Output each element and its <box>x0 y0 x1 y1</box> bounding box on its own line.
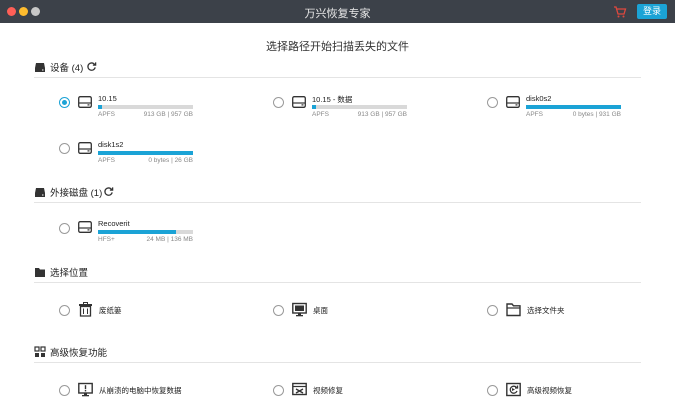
hard-drive-icon <box>506 96 520 108</box>
capacity-bar <box>526 105 621 109</box>
section-label: 外接磁盘 (1) <box>50 188 103 199</box>
section-external-disks: 外接磁盘 (1) <box>34 184 641 203</box>
login-button[interactable]: 登录 <box>637 4 667 19</box>
radio-device-disk1s2[interactable] <box>59 143 70 154</box>
filesystem-label: HFS+ <box>98 236 115 243</box>
grid-icon <box>34 346 46 357</box>
capacity-fill <box>98 151 193 155</box>
radio-advanced-video-repair[interactable] <box>273 385 284 396</box>
radio-location-folder[interactable] <box>487 305 498 316</box>
title-bar: 万兴恢复专家 登录 <box>0 0 675 23</box>
hard-drive-icon <box>35 63 45 72</box>
advanced-video-icon <box>506 382 521 397</box>
capacity-bar <box>98 230 193 234</box>
capacity-bar <box>312 105 407 109</box>
capacity-label: 0 bytes | 26 GB <box>148 157 193 164</box>
external-drive-icon <box>35 188 45 197</box>
radio-device-disk0s2[interactable] <box>487 97 498 108</box>
refresh-icon[interactable] <box>103 186 114 197</box>
capacity-bar <box>98 151 193 155</box>
radio-location-trash[interactable] <box>59 305 70 316</box>
advanced-label: 视频修复 <box>313 386 343 395</box>
capacity-label: 0 bytes | 931 GB <box>572 111 621 118</box>
cart-icon[interactable] <box>613 5 627 19</box>
capacity-fill <box>526 105 621 109</box>
capacity-label: 24 MB | 136 MB <box>146 236 194 243</box>
folder-icon <box>506 303 521 317</box>
radio-external-recoverit[interactable] <box>59 223 70 234</box>
filesystem-label: APFS <box>312 111 329 118</box>
filesystem-label: APFS <box>526 111 543 118</box>
section-select-location: 选择位置 <box>34 264 641 283</box>
drive-recoverit[interactable]: Recoverit HFS+ 24 MB | 136 MB <box>78 219 208 255</box>
drive-1015[interactable]: 10.15 APFS 913 GB | 957 GB <box>78 94 208 130</box>
hard-drive-icon <box>78 142 92 154</box>
drive-name: Recoverit <box>98 219 130 228</box>
section-label: 设备 (4) <box>50 63 84 74</box>
advanced-label: 高级视频恢复 <box>527 386 572 395</box>
drive-name: disk1s2 <box>98 140 124 149</box>
capacity-fill <box>312 105 316 109</box>
hard-drive-icon <box>78 221 92 233</box>
capacity-bar <box>98 105 193 109</box>
radio-location-desktop[interactable] <box>273 305 284 316</box>
location-label: 废纸篓 <box>99 306 122 315</box>
desktop-icon <box>292 302 307 317</box>
drive-name: disk0s2 <box>526 94 552 103</box>
video-repair-icon <box>292 382 307 396</box>
capacity-fill <box>98 105 102 109</box>
section-devices: 设备 (4) <box>34 59 641 78</box>
drive-name: 10.15 - 数据 <box>312 95 353 104</box>
advanced-label: 从崩溃的电脑中恢复数据 <box>99 386 182 395</box>
radio-advanced-crash[interactable] <box>59 385 70 396</box>
capacity-fill <box>98 230 176 234</box>
crash-computer-icon <box>78 382 93 397</box>
section-label: 高级恢复功能 <box>50 348 108 359</box>
location-folder-icon <box>35 268 45 277</box>
drive-name: 10.15 <box>98 94 117 103</box>
filesystem-label: APFS <box>98 111 115 118</box>
section-label: 选择位置 <box>50 268 89 279</box>
radio-advanced-video-recovery[interactable] <box>487 385 498 396</box>
capacity-label: 913 GB | 957 GB <box>143 111 193 118</box>
drive-disk0s2[interactable]: disk0s2 APFS 0 bytes | 931 GB <box>506 94 636 130</box>
trash-icon <box>79 302 92 317</box>
drive-disk1s2[interactable]: disk1s2 APFS 0 bytes | 26 GB <box>78 140 208 176</box>
radio-device-1015[interactable] <box>59 97 70 108</box>
page-title: 选择路径开始扫描丢失的文件 <box>266 41 409 53</box>
filesystem-label: APFS <box>98 157 115 164</box>
refresh-icon[interactable] <box>86 61 97 72</box>
hard-drive-icon <box>78 96 92 108</box>
radio-device-1015-data[interactable] <box>273 97 284 108</box>
location-label: 选择文件夹 <box>527 306 565 315</box>
location-label: 桌面 <box>313 306 328 315</box>
section-advanced-recovery: 高级恢复功能 <box>34 344 641 363</box>
hard-drive-icon <box>292 96 306 108</box>
capacity-label: 913 GB | 957 GB <box>357 111 407 118</box>
drive-1015-data[interactable]: 10.15 - 数据 APFS 913 GB | 957 GB <box>292 95 422 130</box>
window-title: 万兴恢复专家 <box>304 8 371 20</box>
